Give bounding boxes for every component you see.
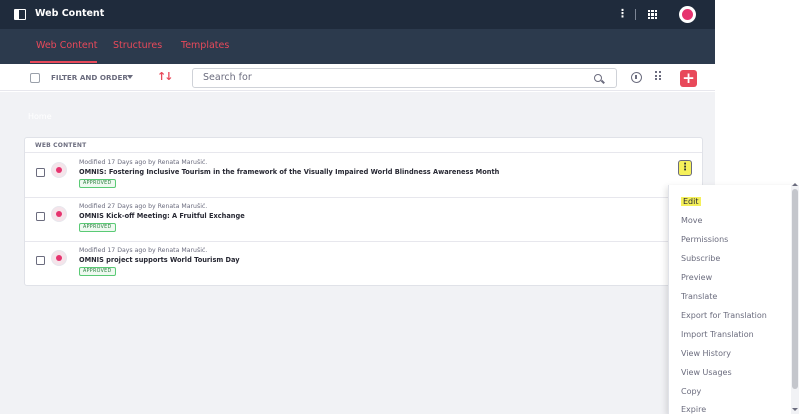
menu-item-copy[interactable]: Copy bbox=[681, 387, 701, 396]
menu-item-view-history[interactable]: View History bbox=[681, 349, 731, 358]
row-checkbox[interactable] bbox=[36, 212, 45, 221]
status-badge: APPROVED bbox=[79, 267, 116, 276]
actions-dropdown-menu: Edit Move Permissions Subscribe Preview … bbox=[668, 185, 799, 414]
status-badge: APPROVED bbox=[79, 179, 116, 188]
search-placeholder: Search for bbox=[203, 72, 252, 83]
menu-item-view-usages[interactable]: View Usages bbox=[681, 368, 732, 377]
nav-tabs: Web Content Structures Templates bbox=[0, 29, 715, 64]
menu-item-move[interactable]: Move bbox=[681, 216, 702, 225]
grid-icon[interactable] bbox=[648, 10, 657, 19]
user-avatar[interactable] bbox=[679, 6, 696, 23]
select-all-checkbox[interactable] bbox=[30, 73, 40, 83]
tab-structures[interactable]: Structures bbox=[113, 40, 162, 51]
avatar bbox=[51, 162, 67, 178]
scroll-down-icon[interactable] bbox=[792, 408, 798, 411]
tab-templates[interactable]: Templates bbox=[181, 40, 229, 51]
search-icon[interactable] bbox=[591, 73, 607, 85]
vertical-ellipsis-icon[interactable]: ⋮ bbox=[617, 8, 628, 20]
avatar bbox=[51, 250, 67, 266]
scroll-up-icon[interactable] bbox=[792, 183, 798, 186]
management-toolbar: FILTER AND ORDER ↑↓ Search for + bbox=[0, 64, 715, 91]
active-tab-indicator bbox=[30, 61, 97, 63]
modified-info: Modified 17 Days ago by Renata Marušić. bbox=[79, 247, 208, 254]
avatar bbox=[51, 206, 67, 222]
menu-item-subscribe[interactable]: Subscribe bbox=[681, 254, 720, 263]
menu-item-preview[interactable]: Preview bbox=[681, 273, 712, 282]
search-input[interactable]: Search for bbox=[192, 68, 617, 88]
modified-info: Modified 17 Days ago by Renata Marušić. bbox=[79, 159, 208, 166]
actions-kebab-button[interactable]: ⋮ bbox=[678, 160, 692, 176]
filter-and-order-dropdown[interactable]: FILTER AND ORDER bbox=[51, 73, 128, 82]
breadcrumb[interactable]: Home bbox=[28, 112, 52, 121]
list-header-label: WEB CONTENT bbox=[35, 142, 87, 149]
list-item[interactable]: Modified 17 Days ago by Renata Marušić. … bbox=[25, 242, 702, 286]
menu-scrollbar[interactable] bbox=[791, 183, 799, 414]
article-title-link[interactable]: OMNIS: Fostering Inclusive Tourism in th… bbox=[79, 168, 499, 176]
top-bar: Web Content ⋮ bbox=[0, 0, 715, 29]
display-style-icon[interactable] bbox=[655, 71, 663, 82]
menu-item-import-translation[interactable]: Import Translation bbox=[681, 330, 754, 339]
menu-item-permissions[interactable]: Permissions bbox=[681, 235, 728, 244]
menu-item-export-for-translation[interactable]: Export for Translation bbox=[681, 311, 767, 320]
scrollbar-thumb[interactable] bbox=[792, 189, 798, 389]
row-checkbox[interactable] bbox=[36, 168, 45, 177]
status-badge: APPROVED bbox=[79, 223, 116, 232]
web-content-list: WEB CONTENT Modified 17 Days ago by Rena… bbox=[24, 137, 703, 286]
divider bbox=[635, 9, 636, 20]
menu-item-edit[interactable]: Edit bbox=[681, 197, 701, 206]
menu-item-translate[interactable]: Translate bbox=[681, 292, 717, 301]
list-item[interactable]: Modified 27 Days ago by Renata Marušić. … bbox=[25, 198, 702, 242]
add-button[interactable]: + bbox=[680, 70, 697, 87]
row-checkbox[interactable] bbox=[36, 256, 45, 265]
menu-item-expire[interactable]: Expire bbox=[681, 405, 706, 414]
caret-down-icon[interactable] bbox=[127, 75, 133, 79]
info-icon[interactable] bbox=[631, 72, 642, 83]
modified-info: Modified 27 Days ago by Renata Marušić. bbox=[79, 203, 208, 210]
sort-icon[interactable]: ↑↓ bbox=[157, 70, 174, 83]
list-header: WEB CONTENT bbox=[25, 138, 702, 153]
product-menu-icon[interactable] bbox=[14, 9, 26, 20]
tab-web-content[interactable]: Web Content bbox=[36, 40, 98, 51]
article-title-link[interactable]: OMNIS project supports World Tourism Day bbox=[79, 256, 240, 264]
article-title-link[interactable]: OMNIS Kick-off Meeting: A Fruitful Excha… bbox=[79, 212, 245, 220]
page-title: Web Content bbox=[35, 8, 105, 19]
list-item[interactable]: Modified 17 Days ago by Renata Marušić. … bbox=[25, 154, 702, 198]
